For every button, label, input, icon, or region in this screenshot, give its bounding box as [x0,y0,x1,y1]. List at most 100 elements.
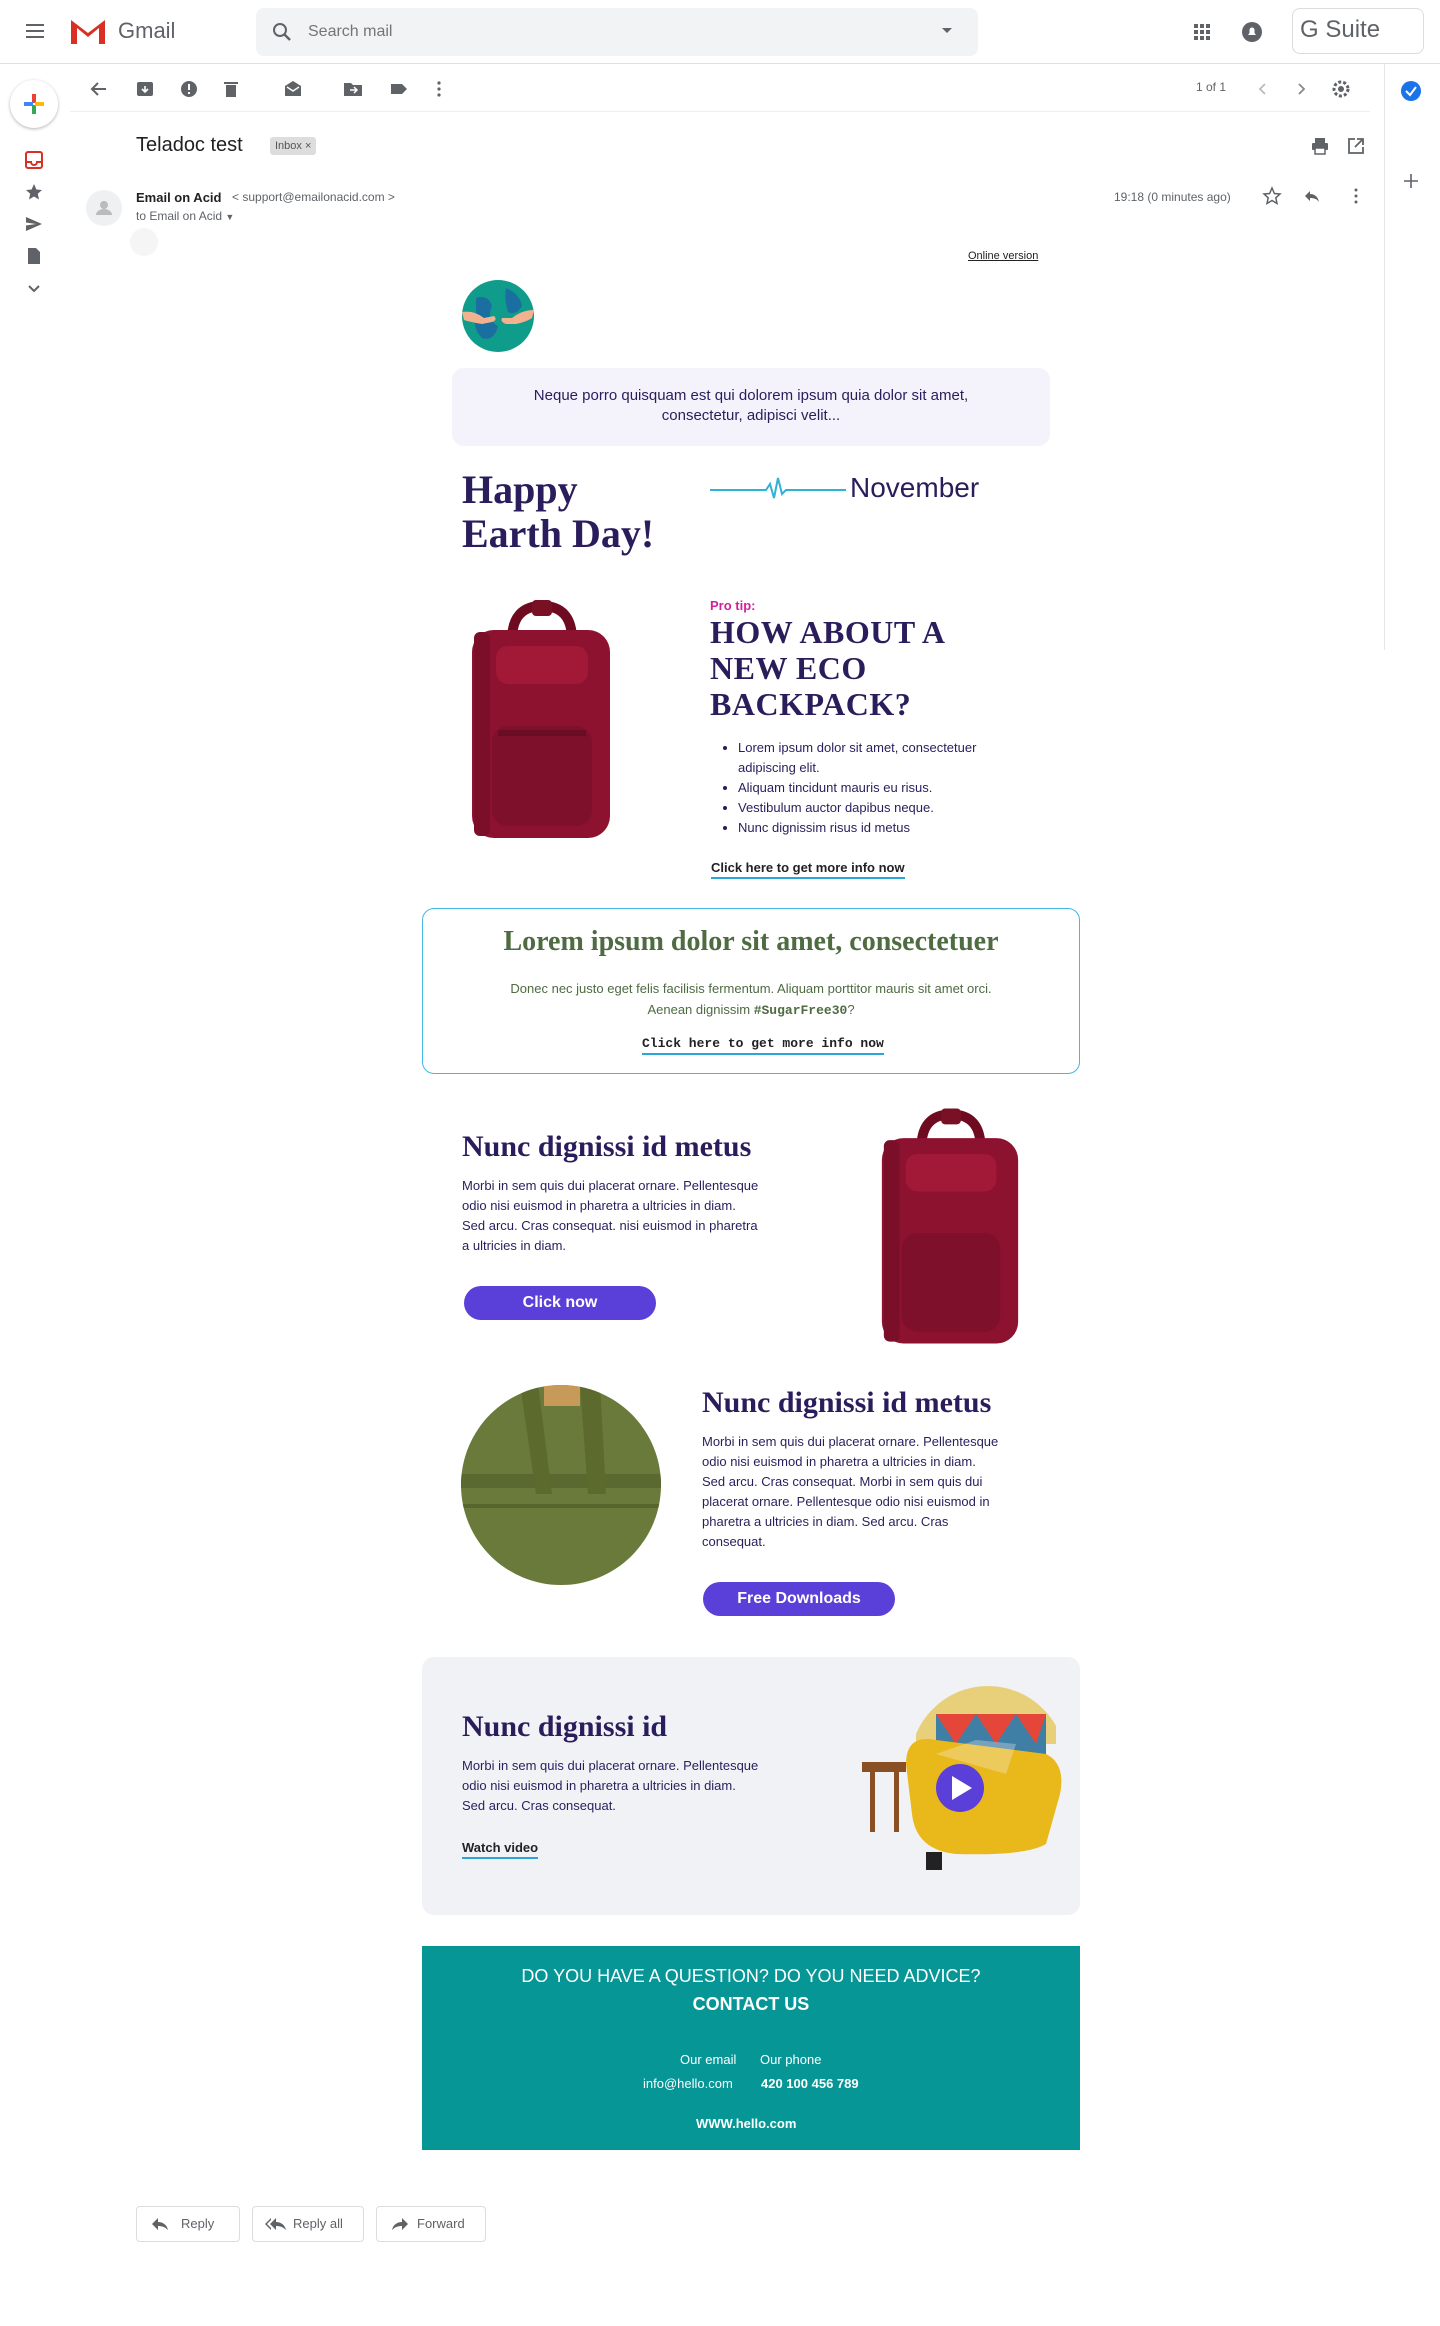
list-item: Aliquam tincidunt mauris eu risus. [738,778,1030,798]
promo-text-line1: Donec nec justo eget felis facilisis fer… [510,981,992,996]
watch-video-link[interactable]: Watch video [462,1840,539,1859]
reply-all-icon [265,2217,287,2231]
back-arrow-icon[interactable] [88,78,110,100]
image-placeholder-icon [130,228,158,256]
reply-button[interactable]: Reply [136,2206,240,2242]
main-menu-icon[interactable] [20,18,52,46]
archive-icon[interactable] [134,78,156,100]
star-icon[interactable] [1262,186,1282,206]
recipient-line[interactable]: to Email on Acid ▼ [136,209,234,223]
print-icon[interactable] [1310,136,1330,156]
delete-icon[interactable] [220,78,242,100]
online-version-link[interactable]: Online version [968,250,1038,262]
reply-all-button[interactable]: Reply all [252,2206,364,2242]
list-item: Nunc dignissim risus id metus [738,818,1030,838]
forward-button[interactable]: Forward [376,2206,486,2242]
open-new-window-icon[interactable] [1346,136,1366,156]
intro-text: Neque porro quisquam est qui dolorem ips… [533,387,969,424]
recipient-text: to Email on Acid [136,209,223,223]
video-text: Morbi in sem quis dui placerat ornare. P… [462,1758,759,1813]
video-heading: Nunc dignissi id [462,1710,668,1743]
sender-avatar[interactable] [86,190,122,226]
footer-phone: 420 100 456 789 [761,2076,859,2091]
armchair-video-thumbnail[interactable] [856,1684,1064,1894]
earth-day-heading: Happy Earth Day! [462,468,654,556]
promo-text: Donec nec justo eget felis facilisis fer… [470,978,1032,1021]
gmail-logo-icon[interactable] [68,16,108,48]
backpack-image [872,1108,1030,1350]
footer-website-link[interactable]: WWW.hello.com [696,2116,796,2131]
sender-name[interactable]: Email on Acid [136,190,221,205]
footer-question: DO YOU HAVE A QUESTION? DO YOU NEED ADVI… [521,1966,981,1986]
compose-button[interactable] [10,80,58,128]
tasks-icon[interactable] [1400,80,1422,102]
report-spam-icon[interactable] [178,78,200,100]
label-close-icon[interactable]: × [305,140,311,152]
footer-contact-heading: CONTACT US [692,1994,810,2014]
email-timestamp: 19:18 (0 minutes ago) [1114,190,1231,204]
pro-tip-label: Pro tip: [710,598,756,613]
free-downloads-button[interactable]: Free Downloads [703,1582,895,1616]
reply-label: Reply [181,2216,215,2231]
gsuite-brand: G Suite [1300,16,1381,43]
forward-icon [391,2217,409,2231]
earth-heading-line2: Earth Day! [462,511,655,556]
section-heading: Nunc dignissi id metus [702,1386,992,1419]
earth-hug-icon [458,276,538,356]
list-item: Lorem ipsum dolor sit amet, consectetuer… [738,738,1030,778]
search-icon[interactable] [270,20,294,44]
reply-icon [151,2217,169,2231]
message-more-icon[interactable] [1346,186,1366,206]
month-label: November [850,472,980,503]
footer-phone-label: Our phone [760,2052,822,2067]
side-panel [1384,64,1440,650]
tip-heading: HOW ABOUT A NEW ECO BACKPACK? [710,614,944,722]
reply-all-label: Reply all [293,2216,343,2231]
settings-gear-icon[interactable] [1330,78,1352,100]
promo-text-post: ? [847,1002,855,1017]
email-subject: Teladoc test [136,134,243,156]
click-now-button[interactable]: Click now [464,1286,656,1320]
inbox-label-badge[interactable]: Inbox × [270,137,317,155]
older-chevron-icon[interactable] [1290,78,1312,100]
page-count: 1 of 1 [1196,80,1227,94]
inbox-label-text: Inbox [275,140,302,152]
notifications-icon[interactable] [1240,20,1264,44]
search-input[interactable] [308,14,908,50]
apps-grid-icon[interactable] [1190,20,1214,44]
backpack-image [462,600,622,844]
starred-icon[interactable] [24,182,44,202]
search-options-icon[interactable] [940,26,954,36]
add-addon-icon[interactable] [1402,172,1420,190]
more-options-icon[interactable] [428,78,450,100]
more-info-link[interactable]: Click here to get more info now [711,860,905,879]
promo-hashtag: #SugarFree30 [753,1003,848,1018]
feature-list: Lorem ipsum dolor sit amet, consectetuer… [710,738,1030,838]
heartbeat-line-icon [710,474,846,504]
promo-more-info-link[interactable]: Click here to get more info now [642,1036,884,1055]
promo-heading: Lorem ipsum dolor sit amet, consectetuer [503,926,999,957]
drafts-icon[interactable] [24,246,44,266]
footer-email-link[interactable]: info@hello.com [643,2076,733,2091]
reply-arrow-icon[interactable] [1302,186,1322,206]
mark-unread-icon[interactable] [282,78,304,100]
sender-email: < support@emailonacid.com > [232,190,395,204]
move-to-icon[interactable] [342,78,364,100]
list-item: Vestibulum auctor dapibus neque. [738,798,1030,818]
green-bag-image [460,1384,662,1586]
recipient-details-icon[interactable]: ▼ [225,212,234,222]
inbox-icon[interactable] [24,150,44,170]
section-text: Morbi in sem quis dui placerat ornare. P… [702,1434,999,1549]
section-text: Morbi in sem quis dui placerat ornare. P… [462,1178,759,1253]
label-icon[interactable] [388,78,410,100]
promo-text-pre: Aenean dignissim [647,1002,754,1017]
section-heading: Nunc dignissi id metus [462,1130,752,1163]
footer-email-label: Our email [680,2052,737,2067]
message-toolbar [70,68,1370,112]
promo-text-line2: Aenean dignissim #SugarFree30? [470,999,1032,1021]
forward-label: Forward [417,2216,465,2231]
more-chevron-icon[interactable] [24,278,44,298]
app-name[interactable]: Gmail [118,18,175,44]
sent-icon[interactable] [24,214,44,234]
newer-chevron-icon[interactable] [1252,78,1274,100]
